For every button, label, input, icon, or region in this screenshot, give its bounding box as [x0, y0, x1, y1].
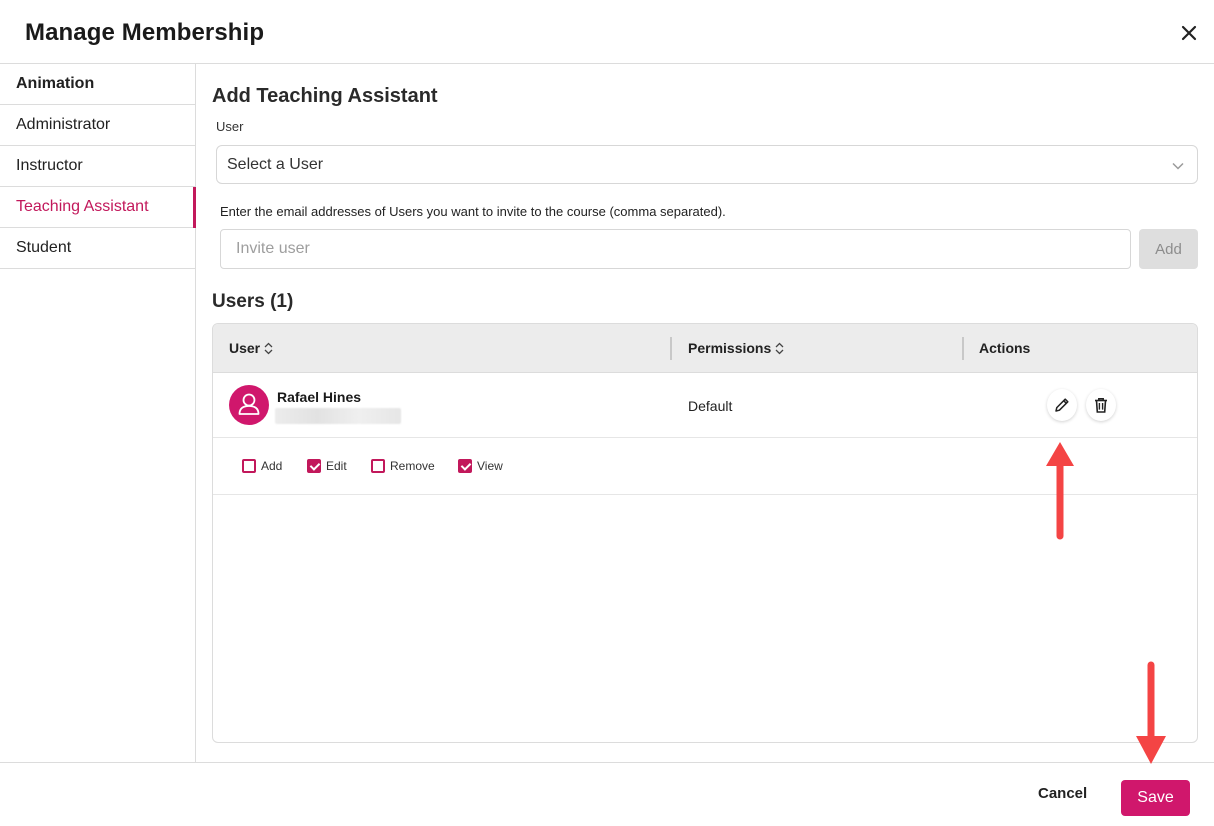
sidebar-item-student[interactable]: Student — [0, 228, 195, 269]
permission-add-checkbox[interactable]: Add — [242, 459, 282, 473]
role-sidebar: Animation Administrator Instructor Teach… — [0, 64, 196, 762]
user-select[interactable]: Select a User — [216, 145, 1198, 184]
add-button[interactable]: Add — [1139, 229, 1198, 269]
main-panel: Add Teaching Assistant User Select a Use… — [196, 64, 1214, 762]
table-row: Rafael Hines Default — [213, 373, 1197, 438]
column-header-actions: Actions — [979, 340, 1031, 356]
sidebar-item-instructor[interactable]: Instructor — [0, 146, 195, 187]
invite-user-input[interactable] — [220, 229, 1131, 269]
permission-view-checkbox[interactable]: View — [458, 459, 503, 473]
permission-edit-checkbox[interactable]: Edit — [307, 459, 347, 473]
sidebar-item-animation[interactable]: Animation — [0, 64, 195, 105]
user-name: Rafael Hines — [277, 389, 362, 405]
modal-title: Manage Membership — [25, 19, 265, 46]
user-email-redacted — [275, 408, 401, 424]
column-header-user[interactable]: User — [229, 340, 274, 356]
edit-pencil-icon[interactable] — [1047, 389, 1077, 421]
manage-membership-modal: Manage Membership Animation Administrato… — [0, 0, 1214, 826]
chevron-down-icon — [1172, 162, 1184, 170]
user-field-label: User — [216, 119, 244, 134]
invite-hint: Enter the email addresses of Users you w… — [220, 204, 726, 219]
sort-icon — [264, 342, 273, 354]
sidebar-item-teaching-assistant[interactable]: Teaching Assistant — [0, 187, 196, 228]
user-select-value: Select a User — [227, 156, 324, 173]
modal-header: Manage Membership — [0, 0, 1214, 64]
user-icon — [238, 393, 260, 415]
section-title: Add Teaching Assistant — [212, 85, 438, 107]
save-button[interactable]: Save — [1121, 780, 1190, 816]
sidebar-item-administrator[interactable]: Administrator — [0, 105, 195, 146]
column-divider[interactable] — [962, 337, 964, 360]
trash-icon[interactable] — [1086, 389, 1116, 421]
users-title: Users (1) — [212, 291, 294, 312]
table-header: User Permissions Actions — [213, 324, 1197, 373]
modal-footer: Cancel Save — [0, 762, 1214, 826]
close-icon[interactable] — [1176, 20, 1202, 46]
permission-checkboxes: Add Edit Remove View — [213, 438, 1197, 495]
permission-value: Default — [688, 398, 733, 414]
permission-remove-checkbox[interactable]: Remove — [371, 459, 435, 473]
avatar — [229, 385, 269, 425]
column-header-permissions[interactable]: Permissions — [688, 340, 785, 356]
cancel-button[interactable]: Cancel — [1038, 785, 1087, 802]
sort-icon — [775, 342, 784, 354]
users-table: User Permissions Actions Rafael Hines De… — [212, 323, 1198, 743]
column-divider[interactable] — [670, 337, 672, 360]
